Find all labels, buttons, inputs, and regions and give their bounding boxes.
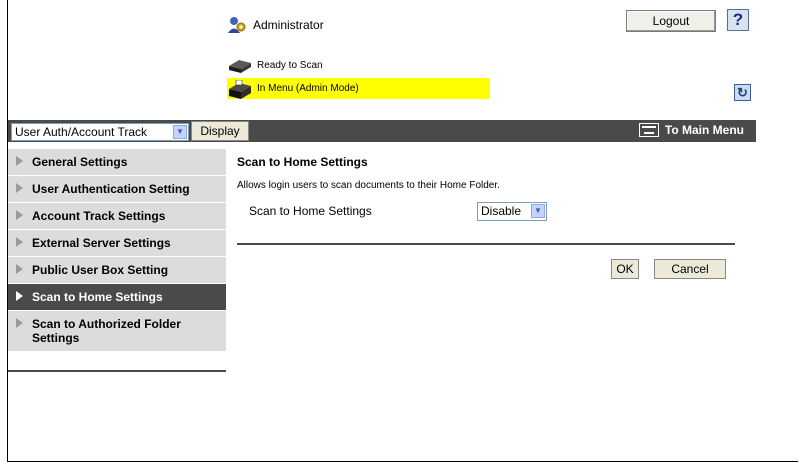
arrow-right-icon xyxy=(16,156,23,166)
chevron-down-icon[interactable]: ▼ xyxy=(531,204,545,218)
printer-icon xyxy=(227,56,253,74)
sidebar-item-scan-to-home[interactable]: Scan to Home Settings xyxy=(8,284,226,311)
sidebar: General Settings User Authentication Set… xyxy=(8,149,226,352)
page-title: Scan to Home Settings xyxy=(237,155,368,169)
sidebar-divider xyxy=(8,370,226,372)
scan-to-home-select-value: Disable xyxy=(481,204,522,218)
sidebar-item-label: Scan to Home Settings xyxy=(32,290,163,304)
status-ready-text: Ready to Scan xyxy=(257,59,323,71)
main-menu-icon xyxy=(638,123,659,137)
sidebar-item-public-user-box[interactable]: Public User Box Setting xyxy=(8,257,226,284)
arrow-right-icon xyxy=(16,210,23,220)
sidebar-item-general-settings[interactable]: General Settings xyxy=(8,149,226,176)
administrator-label: Administrator xyxy=(253,18,324,32)
sidebar-item-label: External Server Settings xyxy=(32,236,171,250)
logout-button[interactable]: Logout xyxy=(626,10,716,32)
sidebar-item-user-authentication[interactable]: User Authentication Setting xyxy=(8,176,226,203)
sidebar-item-label: Public User Box Setting xyxy=(32,263,169,277)
display-button[interactable]: Display xyxy=(191,121,249,141)
refresh-icon[interactable]: ↻ xyxy=(734,84,751,101)
scan-to-home-field-label: Scan to Home Settings xyxy=(249,204,372,218)
status-menu-text: In Menu (Admin Mode) xyxy=(257,83,359,94)
admin-indicator: Administrator xyxy=(227,16,324,34)
ok-button[interactable]: OK xyxy=(611,259,639,279)
to-main-menu-link[interactable]: To Main Menu xyxy=(638,123,744,137)
administrator-icon xyxy=(227,16,247,34)
mode-select[interactable]: User Auth/Account Track ▼ xyxy=(11,123,189,141)
chevron-down-icon[interactable]: ▼ xyxy=(173,125,187,139)
status-menu: In Menu (Admin Mode) xyxy=(227,78,490,99)
sidebar-item-label: General Settings xyxy=(32,155,128,169)
sidebar-item-label: Account Track Settings xyxy=(32,209,166,223)
sidebar-item-account-track[interactable]: Account Track Settings xyxy=(8,203,226,230)
page-description: Allows login users to scan documents to … xyxy=(237,180,500,191)
help-button[interactable]: ? xyxy=(727,9,749,31)
main-toolbar: User Auth/Account Track ▼ Display To Mai… xyxy=(8,120,756,142)
arrow-right-icon xyxy=(16,183,23,193)
arrow-right-icon xyxy=(16,291,23,301)
status-ready: Ready to Scan xyxy=(227,56,323,74)
scan-to-home-select[interactable]: Disable ▼ xyxy=(477,202,547,221)
to-main-menu-label: To Main Menu xyxy=(664,123,744,137)
content-divider xyxy=(237,243,735,245)
arrow-right-icon xyxy=(16,264,23,274)
arrow-right-icon xyxy=(16,318,23,328)
cancel-button[interactable]: Cancel xyxy=(654,259,726,279)
mode-select-value: User Auth/Account Track xyxy=(15,125,148,139)
sidebar-item-label: Scan to Authorized Folder Settings xyxy=(32,317,181,345)
printer-menu-icon xyxy=(227,79,253,99)
sidebar-item-scan-to-authorized-folder[interactable]: Scan to Authorized Folder Settings xyxy=(8,311,226,352)
sidebar-item-external-server[interactable]: External Server Settings xyxy=(8,230,226,257)
arrow-right-icon xyxy=(16,237,23,247)
sidebar-item-label: User Authentication Setting xyxy=(32,182,190,196)
